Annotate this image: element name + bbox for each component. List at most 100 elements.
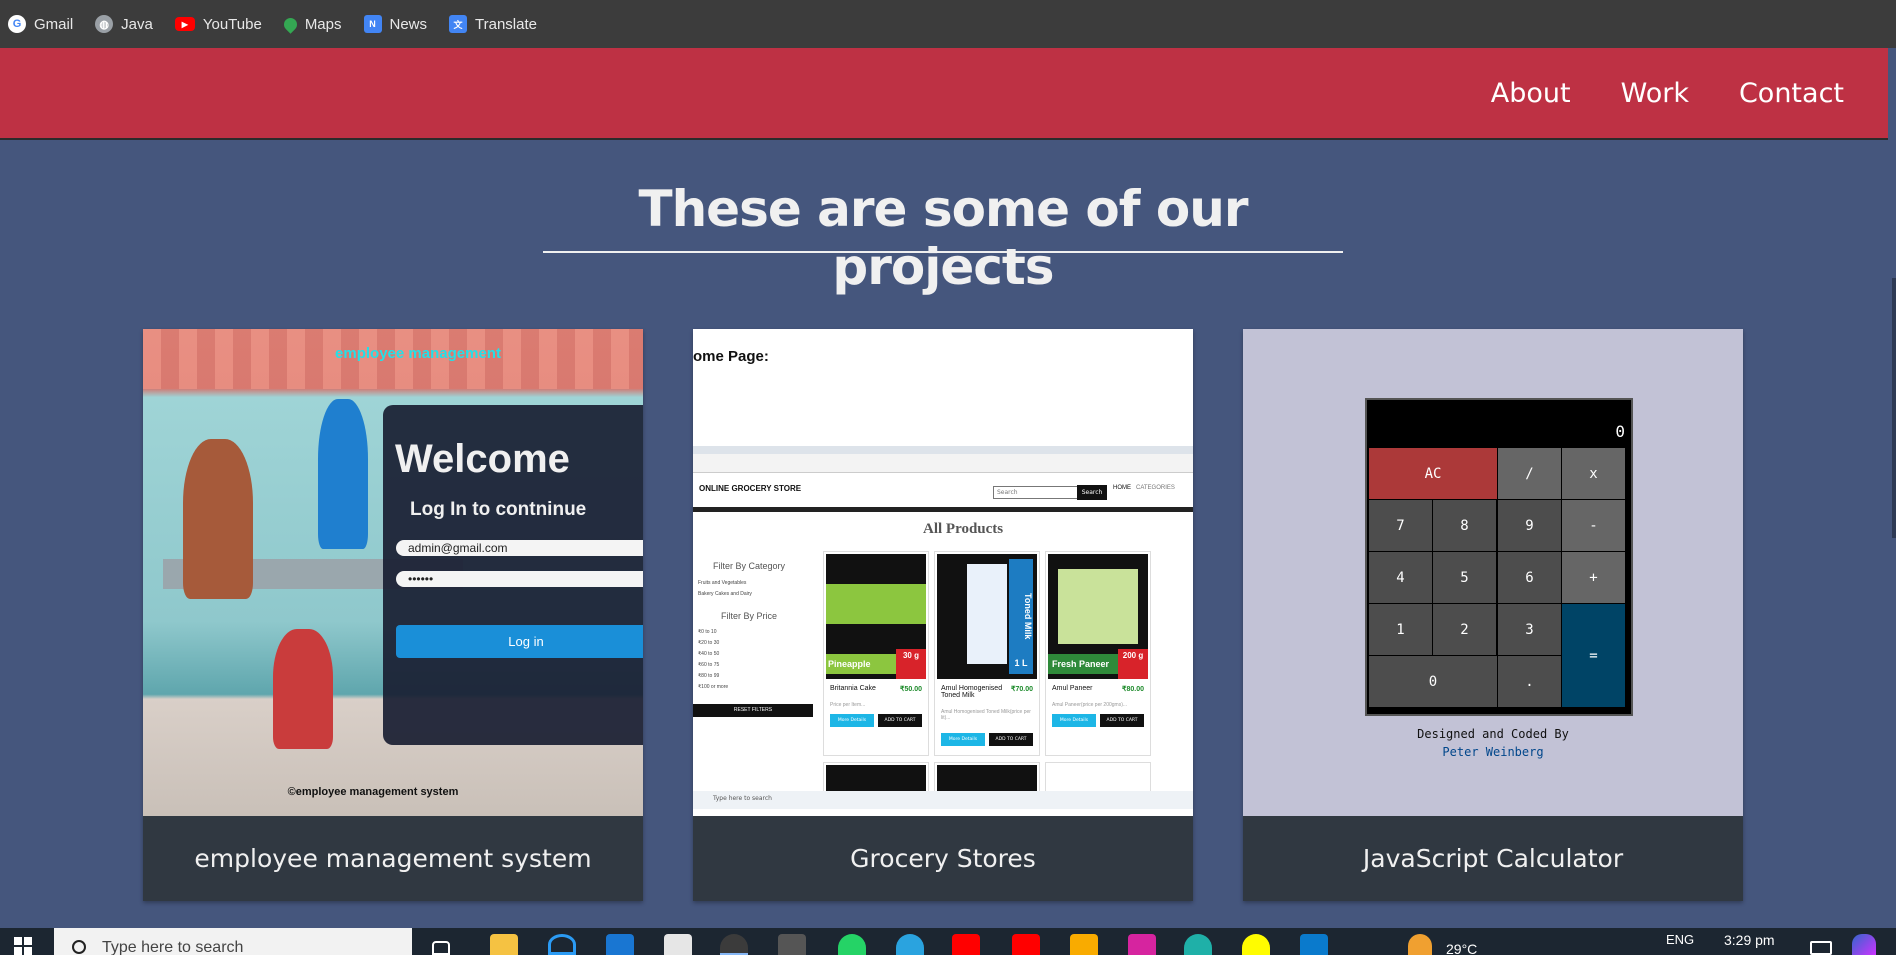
calculator-app-icon[interactable]	[778, 934, 806, 955]
project-card-calculator[interactable]: 0 AC / x 7 8 9 - 4 5 6 + 1 2 3 = 0 . Des…	[1243, 329, 1743, 901]
product-qty: 1 L	[1009, 652, 1033, 674]
bookmark-youtube[interactable]: ▶ YouTube	[174, 15, 262, 33]
calc-key-6: 6	[1497, 551, 1562, 604]
scrollbar-thumb[interactable]	[1892, 278, 1896, 538]
project-thumbnail[interactable]: ome Page: ONLINE GROCERY STORE HOME CATE…	[693, 329, 1193, 816]
project-caption[interactable]: employee management system	[143, 816, 643, 901]
calculator-display: 0	[1615, 422, 1625, 441]
bookmark-gmail[interactable]: G Gmail	[8, 15, 73, 33]
bookmark-java[interactable]: ◍ Java	[95, 15, 153, 33]
product-name: Amul Paneer	[1052, 685, 1093, 692]
product-label: Pineapple Plunge	[826, 654, 896, 689]
store-nav-home: HOME	[1113, 485, 1131, 491]
copilot-icon[interactable]	[1852, 934, 1876, 955]
bookmark-translate[interactable]: 文 Translate	[449, 15, 537, 33]
maps-pin-icon	[281, 14, 300, 34]
bookmark-maps[interactable]: Maps	[281, 14, 342, 34]
mail-icon[interactable]	[606, 934, 634, 955]
clock-time[interactable]: 3:29 pm	[1724, 932, 1775, 948]
filter-price-item: ₹60 to 75	[698, 662, 720, 668]
translate-icon: 文	[449, 15, 468, 33]
bookmark-news[interactable]: N News	[363, 15, 427, 33]
nav-link-about[interactable]: About	[1491, 78, 1571, 109]
more-details-button: More Details	[1052, 714, 1096, 727]
project-caption[interactable]: Grocery Stores	[693, 816, 1193, 901]
product-name: Britannia Cake	[830, 685, 876, 692]
filter-category-item: Bakery Cakes and Dairy	[698, 591, 752, 597]
calc-key-1: 1	[1368, 603, 1433, 656]
weather-temp[interactable]: 29°C	[1446, 941, 1477, 955]
project-card-employee[interactable]: employee management Welcome Log In to co…	[143, 329, 643, 901]
store-name: ONLINE GROCERY STORE	[699, 484, 802, 493]
store-divider	[693, 507, 1193, 512]
screenshot-taskbar-search: Type here to search	[713, 795, 772, 802]
page-scrollbar[interactable]	[1888, 48, 1896, 928]
calc-key-5: 5	[1432, 551, 1497, 604]
product-card	[934, 762, 1040, 793]
store-icon[interactable]	[664, 934, 692, 955]
store-nav-categories: CATEGORIES	[1136, 485, 1175, 491]
photos-icon[interactable]	[1070, 934, 1098, 955]
project-thumbnail[interactable]: 0 AC / x 7 8 9 - 4 5 6 + 1 2 3 = 0 . Des…	[1243, 329, 1743, 816]
calc-key-plus: +	[1561, 551, 1626, 604]
more-details-button: More Details	[830, 714, 874, 727]
bookmark-label: Java	[121, 15, 153, 33]
home-page-label: ome Page:	[693, 348, 769, 365]
google-icon: G	[8, 15, 26, 33]
filter-price-item: ₹80 to 99	[698, 673, 720, 679]
notifications-icon[interactable]	[1810, 941, 1832, 955]
bookmark-label: Translate	[475, 15, 537, 33]
project-caption[interactable]: JavaScript Calculator	[1243, 816, 1743, 901]
store-navbar: ONLINE GROCERY STORE HOME CATEGORIES	[693, 481, 1193, 501]
filter-price-item: ₹100 or more	[698, 684, 729, 690]
calc-key-minus: -	[1561, 499, 1626, 552]
email-field: admin@gmail.com	[396, 540, 643, 556]
calc-key-0: 0	[1368, 655, 1498, 708]
windows-start-icon[interactable]	[14, 937, 32, 955]
chrome-icon[interactable]	[720, 934, 748, 955]
product-card	[823, 762, 929, 793]
store-search-input: Search	[993, 486, 1079, 499]
calc-key-4: 4	[1368, 551, 1433, 604]
filter-price-heading: Filter By Price	[721, 611, 778, 621]
login-subtitle: Log In to contninue	[410, 499, 587, 520]
telegram-icon[interactable]	[896, 934, 924, 955]
product-card	[1045, 762, 1151, 792]
taskview-icon[interactable]	[432, 941, 450, 955]
snapchat-icon[interactable]	[1242, 934, 1270, 955]
calc-credit-text: Designed and Coded By	[1417, 727, 1569, 741]
language-indicator[interactable]: ENG	[1666, 932, 1694, 947]
taskbar-search-placeholder: Type here to search	[102, 939, 244, 955]
product-qty: 200 g	[1118, 649, 1148, 679]
nav-link-work[interactable]: Work	[1621, 78, 1689, 109]
cortana-icon[interactable]	[548, 934, 576, 955]
whatsapp-icon[interactable]	[838, 934, 866, 955]
illustrated-person	[273, 629, 333, 749]
bookmarks-bar: G Gmail ◍ Java ▶ YouTube Maps N News 文 T…	[0, 0, 1896, 48]
welcome-text: Welcome	[395, 437, 570, 481]
file-explorer-icon[interactable]	[490, 934, 518, 955]
login-panel: Welcome Log In to contninue admin@gmail.…	[383, 405, 643, 745]
top-navbar: About Work Contact	[0, 48, 1896, 138]
instagram-icon[interactable]	[1128, 934, 1156, 955]
youtube-music-icon[interactable]	[1012, 934, 1040, 955]
browser-address-bar	[693, 454, 1193, 473]
illustrated-person	[183, 439, 253, 599]
store-search-button: Search	[1077, 485, 1107, 500]
edge-icon[interactable]	[1184, 934, 1212, 955]
nav-link-contact[interactable]: Contact	[1739, 78, 1844, 109]
project-card-grocery[interactable]: ome Page: ONLINE GROCERY STORE HOME CATE…	[693, 329, 1193, 901]
calc-key-ac: AC	[1368, 447, 1498, 500]
calc-key-2: 2	[1432, 603, 1497, 656]
calc-key-8: 8	[1432, 499, 1497, 552]
news-icon: N	[363, 15, 382, 33]
vscode-icon[interactable]	[1300, 934, 1328, 955]
product-desc: Amul Homogenised Toned Milk(price per li…	[941, 709, 1031, 721]
youtube-app-icon[interactable]	[952, 934, 980, 955]
calc-key-3: 3	[1497, 603, 1562, 656]
project-thumbnail[interactable]: employee management Welcome Log In to co…	[143, 329, 643, 816]
taskbar-search-input[interactable]: Type here to search	[54, 928, 412, 955]
windows-taskbar: Type here to search 29°C ENG 3:29 pm	[0, 928, 1896, 955]
bookmark-label: YouTube	[202, 15, 262, 33]
product-image: Fresh Paneer 200 g	[1048, 554, 1148, 679]
